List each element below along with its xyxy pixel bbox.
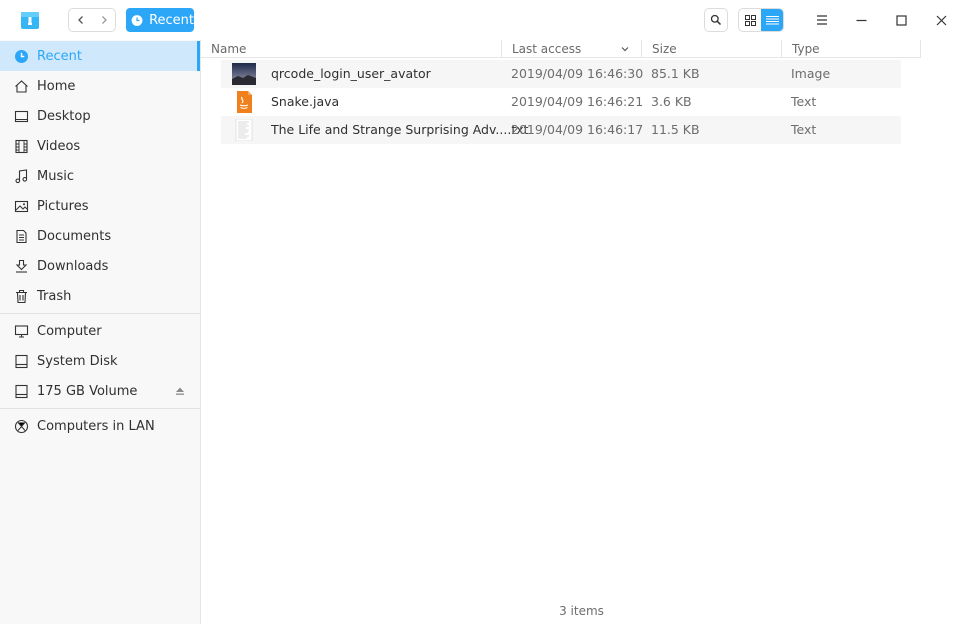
minimize-button[interactable] (847, 6, 875, 34)
sidebar-item-label: Pictures (37, 198, 89, 214)
chevron-down-icon (621, 47, 629, 52)
image-thumbnail-icon (232, 63, 256, 85)
sidebar-item-label: 175 GB Volume (37, 383, 138, 399)
java-file-icon (237, 91, 252, 113)
breadcrumb-recent[interactable]: Recent (126, 8, 194, 32)
film-icon (13, 138, 29, 154)
file-type: Text (791, 122, 817, 137)
sidebar-item-system-disk[interactable]: System Disk (0, 346, 200, 376)
music-note-icon (13, 168, 29, 184)
title-bar: Recent (0, 0, 962, 40)
sidebar-item-computers-in-lan[interactable]: Computers in LAN (0, 411, 200, 441)
sidebar-item-label: Music (37, 168, 74, 184)
sidebar-item-videos[interactable]: Videos (0, 131, 200, 161)
sidebar-divider (0, 313, 200, 314)
text-file-icon (235, 119, 253, 141)
maximize-button[interactable] (887, 6, 915, 34)
minimize-icon (856, 19, 866, 21)
sidebar-item-label: Recent (37, 48, 82, 64)
sidebar-item-label: Documents (37, 228, 112, 244)
column-header-name[interactable]: Name (201, 40, 501, 58)
desktop-icon (13, 108, 29, 124)
file-last-access: 2019/04/09 16:46:17 (511, 122, 644, 137)
file-size: 11.5 KB (651, 122, 700, 137)
list-icon (765, 15, 779, 25)
file-type: Text (791, 94, 817, 109)
file-name: Snake.java (271, 94, 340, 109)
file-size: 3.6 KB (651, 94, 692, 109)
sidebar-item-pictures[interactable]: Pictures (0, 191, 200, 221)
download-icon (13, 258, 29, 274)
search-button[interactable] (704, 8, 728, 32)
list-view-button[interactable] (761, 9, 783, 31)
file-row[interactable]: qrcode_login_user_avator 2019/04/09 16:4… (221, 60, 901, 88)
file-type: Image (791, 66, 831, 81)
sidebar-item-175gb-volume[interactable]: 175 GB Volume (0, 376, 200, 406)
sidebar-item-computer[interactable]: Computer (0, 316, 200, 346)
sidebar-item-label: Videos (37, 138, 81, 154)
sidebar-item-label: Trash (37, 288, 72, 304)
computer-icon (13, 323, 29, 339)
file-name: qrcode_login_user_avator (271, 66, 431, 81)
document-icon (13, 228, 29, 244)
search-icon (710, 14, 722, 26)
sidebar-item-label: System Disk (37, 353, 118, 369)
chevron-right-icon (101, 16, 107, 24)
column-header-size[interactable]: Size (641, 40, 781, 58)
hamburger-menu-icon (817, 15, 827, 25)
disk-icon (13, 353, 29, 369)
column-header: Name Last access Size Type (201, 40, 921, 58)
sidebar-item-trash[interactable]: Trash (0, 281, 200, 311)
sidebar-item-label: Computer (37, 323, 102, 339)
sidebar: Recent Home Desktop Videos Music Picture… (0, 40, 201, 624)
sidebar-item-documents[interactable]: Documents (0, 221, 200, 251)
back-button[interactable] (69, 9, 92, 31)
trash-icon (13, 288, 29, 304)
maximize-icon (895, 14, 907, 26)
file-name: The Life and Strange Surprising Adv....t… (271, 122, 529, 137)
chevron-left-icon (77, 16, 83, 24)
file-row[interactable]: The Life and Strange Surprising Adv....t… (221, 116, 901, 144)
sidebar-divider (0, 408, 200, 409)
image-icon (13, 198, 29, 214)
network-icon (13, 418, 29, 434)
clock-icon (131, 14, 143, 26)
sidebar-item-label: Desktop (37, 108, 91, 124)
sidebar-item-desktop[interactable]: Desktop (0, 101, 200, 131)
disk-icon (13, 383, 29, 399)
sidebar-item-label: Computers in LAN (37, 418, 155, 434)
sidebar-item-home[interactable]: Home (0, 71, 200, 101)
eject-icon[interactable] (175, 386, 185, 396)
file-last-access: 2019/04/09 16:46:30 (511, 66, 644, 81)
close-button[interactable] (927, 6, 955, 34)
sidebar-item-label: Home (37, 78, 76, 94)
file-list-area: Name Last access Size Type qrcode_login_… (201, 40, 962, 624)
forward-button[interactable] (92, 9, 115, 31)
sidebar-item-music[interactable]: Music (0, 161, 200, 191)
breadcrumb-label: Recent (149, 12, 194, 28)
sidebar-item-label: Downloads (37, 258, 109, 274)
column-header-type[interactable]: Type (781, 40, 921, 58)
close-icon (936, 15, 946, 25)
column-header-last-access[interactable]: Last access (501, 40, 641, 58)
sidebar-item-downloads[interactable]: Downloads (0, 251, 200, 281)
file-manager-logo-icon (21, 12, 39, 29)
grid-icon (744, 14, 756, 26)
file-row[interactable]: Snake.java 2019/04/09 16:46:21 3.6 KB Te… (221, 88, 901, 116)
icon-view-button[interactable] (739, 9, 761, 31)
file-last-access: 2019/04/09 16:46:21 (511, 94, 644, 109)
view-mode-switcher (738, 8, 784, 32)
sidebar-item-recent[interactable]: Recent (0, 41, 200, 71)
status-bar-item-count: 3 items (559, 604, 604, 618)
clock-icon (13, 48, 29, 64)
file-size: 85.1 KB (651, 66, 700, 81)
home-icon (13, 78, 29, 94)
navigation-buttons (68, 8, 116, 32)
main-menu-button[interactable] (808, 6, 836, 34)
